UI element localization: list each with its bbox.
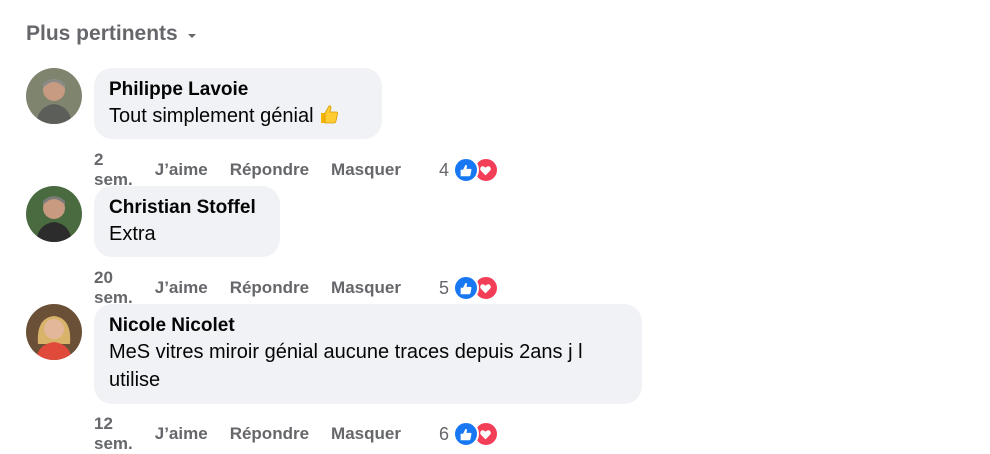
like-button[interactable]: J’aime xyxy=(155,160,208,180)
avatar[interactable] xyxy=(26,186,82,242)
comment-text: MeS vitres miroir génial aucune traces d… xyxy=(109,341,583,391)
comment-text: Extra xyxy=(109,223,156,245)
comment-text: Tout simplement génial xyxy=(109,102,367,130)
comment-time[interactable]: 20 sem. xyxy=(94,268,133,308)
thumbs-up-emoji-icon xyxy=(318,103,340,125)
reaction-count: 5 xyxy=(438,277,449,298)
avatar[interactable] xyxy=(26,304,82,360)
comment-time[interactable]: 2 sem. xyxy=(94,150,133,190)
like-reaction-icon xyxy=(452,421,479,447)
avatar[interactable] xyxy=(26,68,82,124)
like-reaction-icon xyxy=(452,157,479,183)
comment-author[interactable]: Nicole Nicolet xyxy=(109,314,627,338)
reply-button[interactable]: Répondre xyxy=(230,424,309,444)
reply-button[interactable]: Répondre xyxy=(230,278,309,298)
reaction-count: 4 xyxy=(438,159,449,180)
comment-actions: 12 sem. J’aime Répondre Masquer 6 xyxy=(94,414,499,454)
comment-bubble: Christian Stoffel Extra xyxy=(94,186,280,257)
sort-dropdown[interactable]: Plus pertinents xyxy=(26,22,196,46)
comment-author[interactable]: Christian Stoffel xyxy=(109,196,265,220)
chevron-down-icon xyxy=(187,34,196,38)
like-reaction-icon xyxy=(452,275,479,301)
comment-time[interactable]: 12 sem. xyxy=(94,414,133,454)
reactions[interactable]: 5 xyxy=(439,275,499,301)
sort-label: Plus pertinents xyxy=(26,22,178,45)
like-button[interactable]: J’aime xyxy=(155,278,208,298)
comment-actions: 20 sem. J’aime Répondre Masquer 5 xyxy=(94,268,499,308)
reply-button[interactable]: Répondre xyxy=(230,160,309,180)
like-button[interactable]: J’aime xyxy=(155,424,208,444)
comment-author[interactable]: Philippe Lavoie xyxy=(109,78,367,102)
hide-button[interactable]: Masquer xyxy=(331,278,401,298)
reactions[interactable]: 4 xyxy=(439,157,499,183)
comment-bubble: Nicole Nicolet MeS vitres miroir génial … xyxy=(94,304,642,404)
hide-button[interactable]: Masquer xyxy=(331,160,401,180)
hide-button[interactable]: Masquer xyxy=(331,424,401,444)
reaction-count: 6 xyxy=(438,423,449,444)
comment-actions: 2 sem. J’aime Répondre Masquer 4 xyxy=(94,150,499,190)
reactions[interactable]: 6 xyxy=(439,421,499,447)
comment-bubble: Philippe Lavoie Tout simplement génial xyxy=(94,68,382,139)
